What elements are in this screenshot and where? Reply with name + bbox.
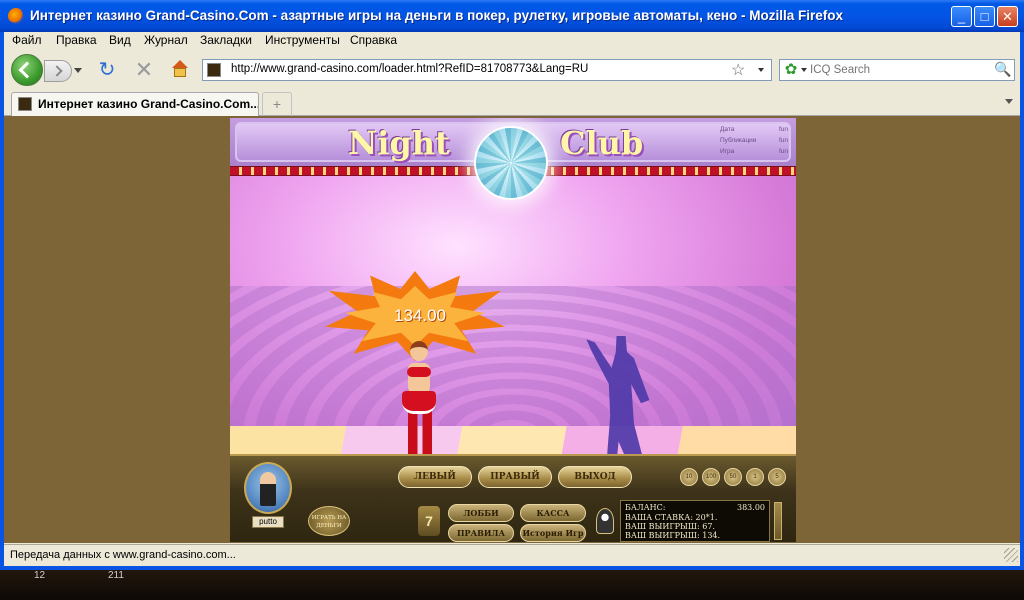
window-title: Интернет казино Grand-Casino.Com - азарт…	[30, 8, 844, 23]
title-bar[interactable]: Интернет казино Grand-Casino.Com - азарт…	[0, 0, 1024, 32]
game-info: Дата fun Публикации fun Игра fun	[720, 124, 788, 157]
game-history-button[interactable]: История Игр	[520, 524, 586, 542]
search-bar: ✿ 🔍	[779, 59, 1015, 81]
username-label: putto	[252, 516, 284, 528]
address-bar[interactable]: http://www.grand-casino.com/loader.html?…	[202, 59, 772, 81]
menu-tools[interactable]: Инструменты	[265, 33, 340, 47]
close-button[interactable]: ✕	[997, 6, 1018, 27]
status-text: Передача данных с www.grand-casino.com..…	[10, 549, 236, 561]
reload-button[interactable]: ↻	[97, 60, 117, 80]
info-row-game: Игра fun	[720, 148, 788, 155]
night-club-game: 134.00 Night Club Дата fun Публикации fu…	[230, 118, 796, 542]
stop-button[interactable]: ✕	[134, 59, 154, 81]
balance-value: 383.00	[737, 503, 765, 512]
firefox-icon	[8, 8, 24, 24]
info-row-date: Дата fun	[720, 126, 788, 133]
maximize-button[interactable]: □	[974, 6, 995, 27]
icq-flower-icon[interactable]: ✿	[783, 62, 799, 78]
history-dropdown-icon[interactable]	[74, 68, 82, 73]
balance-box: БАЛАНС: 383.00 ВАША СТАВКА: 20*1. ВАШ ВЫ…	[620, 500, 770, 542]
dance-stage: 134.00	[230, 176, 796, 508]
chip-5[interactable]: 5	[768, 468, 786, 486]
right-button[interactable]: ПРАВЫЙ	[478, 466, 552, 488]
minimize-button[interactable]: _	[951, 6, 972, 27]
search-engine-dropdown-icon[interactable]	[801, 68, 807, 72]
chip-10[interactable]: 10	[680, 468, 698, 486]
new-tab-button[interactable]: +	[262, 92, 292, 116]
rules-button[interactable]: ПРАВИЛА	[448, 524, 514, 542]
menu-view[interactable]: Вид	[109, 33, 131, 47]
chip-100[interactable]: 100	[702, 468, 720, 486]
bet-display: 134.00	[394, 306, 446, 325]
play-money-button[interactable]: ИГРАТЬ НА ДЕНЬГИ	[308, 506, 350, 536]
exit-button[interactable]: ВЫХОД	[558, 466, 632, 488]
avatar[interactable]	[244, 462, 292, 514]
url-text[interactable]: http://www.grand-casino.com/loader.html?…	[231, 63, 588, 75]
tab-favicon	[18, 97, 32, 111]
search-icon[interactable]: 🔍	[994, 61, 1011, 78]
status-bar: Передача данных с www.grand-casino.com..…	[4, 544, 1020, 566]
desktop-label-left: 12	[34, 570, 46, 581]
browser-client: Файл Правка Вид Журнал Закладки Инструме…	[4, 32, 1020, 566]
logo-club: Club	[560, 124, 644, 162]
browser-window: Интернет казино Grand-Casino.Com - азарт…	[0, 0, 1024, 570]
home-button[interactable]	[170, 60, 190, 80]
site-favicon	[207, 63, 221, 77]
navigation-toolbar: ↻ ✕ http://www.grand-casino.com/loader.h…	[4, 51, 1020, 89]
disco-ball-icon	[474, 126, 548, 200]
search-input[interactable]	[810, 62, 985, 78]
url-dropdown-icon[interactable]	[758, 68, 764, 72]
avatar-figure	[260, 472, 276, 506]
lobby-button[interactable]: ЛОББИ	[448, 504, 514, 522]
bookmark-star-icon[interactable]: ☆	[731, 60, 745, 80]
menu-help[interactable]: Справка	[350, 33, 397, 47]
desktop-label-right: 211	[108, 570, 124, 581]
left-button[interactable]: ЛЕВЫЙ	[398, 466, 472, 488]
tab-grand-casino[interactable]: Интернет казино Grand-Casino.Com...	[11, 92, 259, 116]
page-content: 134.00 Night Club Дата fun Публикации fu…	[4, 116, 1020, 543]
back-button[interactable]	[11, 54, 43, 86]
menu-history[interactable]: Журнал	[144, 33, 188, 47]
crowd-silhouettes	[230, 286, 796, 436]
forward-button[interactable]	[44, 60, 72, 82]
balance-label: БАЛАНС:	[625, 503, 666, 512]
sevens-logo-icon: 7	[418, 506, 440, 536]
balance-scrollbar[interactable]	[774, 502, 782, 540]
menu-bar: Файл Правка Вид Журнал Закладки Инструме…	[4, 32, 1020, 50]
menu-bookmarks[interactable]: Закладки	[200, 33, 252, 47]
logo-night: Night	[348, 124, 450, 162]
win-info-2: ВАШ ВЫИГРЫШ: 134.	[625, 531, 721, 540]
chip-50[interactable]: 50	[724, 468, 742, 486]
menu-file[interactable]: Файл	[12, 33, 42, 47]
tab-label: Интернет казино Grand-Casino.Com...	[38, 97, 258, 111]
desktop-background: 12 211	[0, 570, 1024, 600]
control-panel: putto ЛЕВЫЙ ПРАВЫЙ ВЫХОД 10 100 50 1 5 И…	[230, 454, 796, 542]
tab-strip: Интернет казино Grand-Casino.Com... +	[4, 89, 1020, 116]
resize-grip-icon[interactable]	[1004, 548, 1018, 562]
info-row-publications: Публикации fun	[720, 137, 788, 144]
cashier-button[interactable]: КАССА	[520, 504, 586, 522]
chip-1[interactable]: 1	[746, 468, 764, 486]
sound-icon[interactable]	[596, 508, 614, 534]
tab-list-icon[interactable]	[1005, 99, 1013, 104]
menu-edit[interactable]: Правка	[56, 33, 97, 47]
